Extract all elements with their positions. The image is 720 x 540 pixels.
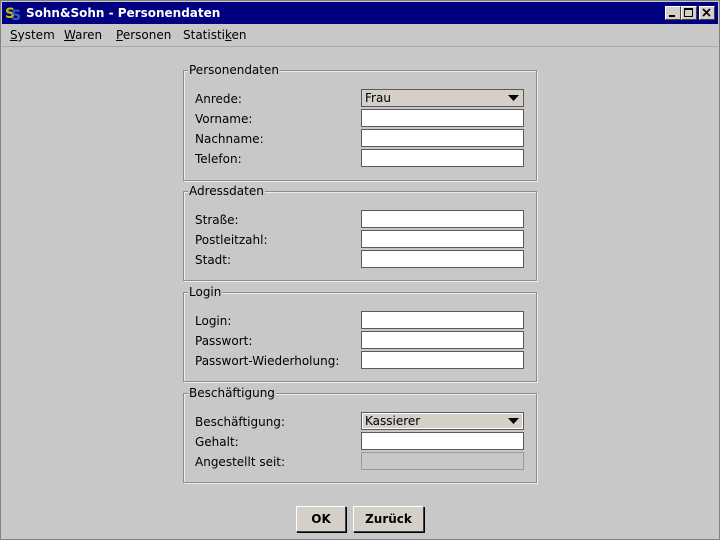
- passwort-wiederholung-label: Passwort-Wiederholung:: [195, 354, 340, 368]
- strasse-label: Straße:: [195, 213, 239, 227]
- gehalt-field[interactable]: [361, 432, 524, 450]
- minimize-icon: [669, 15, 675, 17]
- telefon-field[interactable]: [361, 149, 524, 167]
- personendaten-group: Personendaten Anrede: Frau Vorname: Nach…: [183, 63, 537, 181]
- anrede-value: Frau: [365, 91, 391, 105]
- anrede-label: Anrede:: [195, 92, 242, 106]
- back-button[interactable]: Zurück: [353, 506, 424, 532]
- angestellt-seit-field: [361, 452, 524, 470]
- maximize-button[interactable]: [681, 6, 697, 20]
- minimize-button[interactable]: [665, 6, 681, 20]
- gehalt-label: Gehalt:: [195, 435, 239, 449]
- passwort-field[interactable]: [361, 331, 524, 349]
- angestellt-seit-label: Angestellt seit:: [195, 455, 286, 469]
- postleitzahl-label: Postleitzahl:: [195, 233, 268, 247]
- login-title: Login: [188, 285, 223, 299]
- passwort-label: Passwort:: [195, 334, 253, 348]
- close-button[interactable]: [699, 6, 715, 20]
- login-group: Login Login: Passwort: Passwort-Wiederho…: [183, 285, 537, 382]
- strasse-field[interactable]: [361, 210, 524, 228]
- vorname-label: Vorname:: [195, 112, 253, 126]
- beschaeftigung-title: Beschäftigung: [188, 386, 276, 400]
- telefon-label: Telefon:: [195, 152, 242, 166]
- menu-personen[interactable]: Personen: [116, 28, 171, 42]
- beschaeftigung-group: Beschäftigung Beschäftigung: Kassierer G…: [183, 386, 537, 483]
- postleitzahl-field[interactable]: [361, 230, 524, 248]
- dropdown-arrow-icon: [508, 95, 519, 101]
- stadt-field[interactable]: [361, 250, 524, 268]
- passwort-wiederholung-field[interactable]: [361, 351, 524, 369]
- application-window: S S Sohn&Sohn - Personendaten System War…: [0, 0, 720, 540]
- personendaten-title: Personendaten: [188, 63, 280, 77]
- beschaeftigung-label: Beschäftigung:: [195, 415, 285, 429]
- nachname-label: Nachname:: [195, 132, 264, 146]
- app-logo-icon[interactable]: S S: [5, 4, 23, 24]
- title-bar[interactable]: S S Sohn&Sohn - Personendaten: [2, 2, 718, 24]
- nachname-field[interactable]: [361, 129, 524, 147]
- stadt-label: Stadt:: [195, 253, 232, 267]
- anrede-select[interactable]: Frau: [361, 89, 524, 107]
- beschaeftigung-value: Kassierer: [365, 414, 421, 428]
- svg-text:S: S: [11, 8, 21, 22]
- menu-waren[interactable]: Waren: [64, 28, 102, 42]
- beschaeftigung-select[interactable]: Kassierer: [361, 412, 524, 430]
- maximize-icon: [684, 8, 693, 17]
- menu-statistiken[interactable]: Statistiken: [183, 28, 247, 42]
- vorname-field[interactable]: [361, 109, 524, 127]
- dropdown-arrow-icon: [508, 418, 519, 424]
- menu-system[interactable]: System: [10, 28, 55, 42]
- ok-button[interactable]: OK: [296, 506, 346, 532]
- adressdaten-group: Adressdaten Straße: Postleitzahl: Stadt:: [183, 184, 537, 281]
- menu-bar: System Waren Personen Statistiken: [2, 25, 718, 47]
- window-title: Sohn&Sohn - Personendaten: [26, 6, 221, 20]
- close-icon: [702, 8, 711, 17]
- login-label: Login:: [195, 314, 232, 328]
- login-field[interactable]: [361, 311, 524, 329]
- adressdaten-title: Adressdaten: [188, 184, 265, 198]
